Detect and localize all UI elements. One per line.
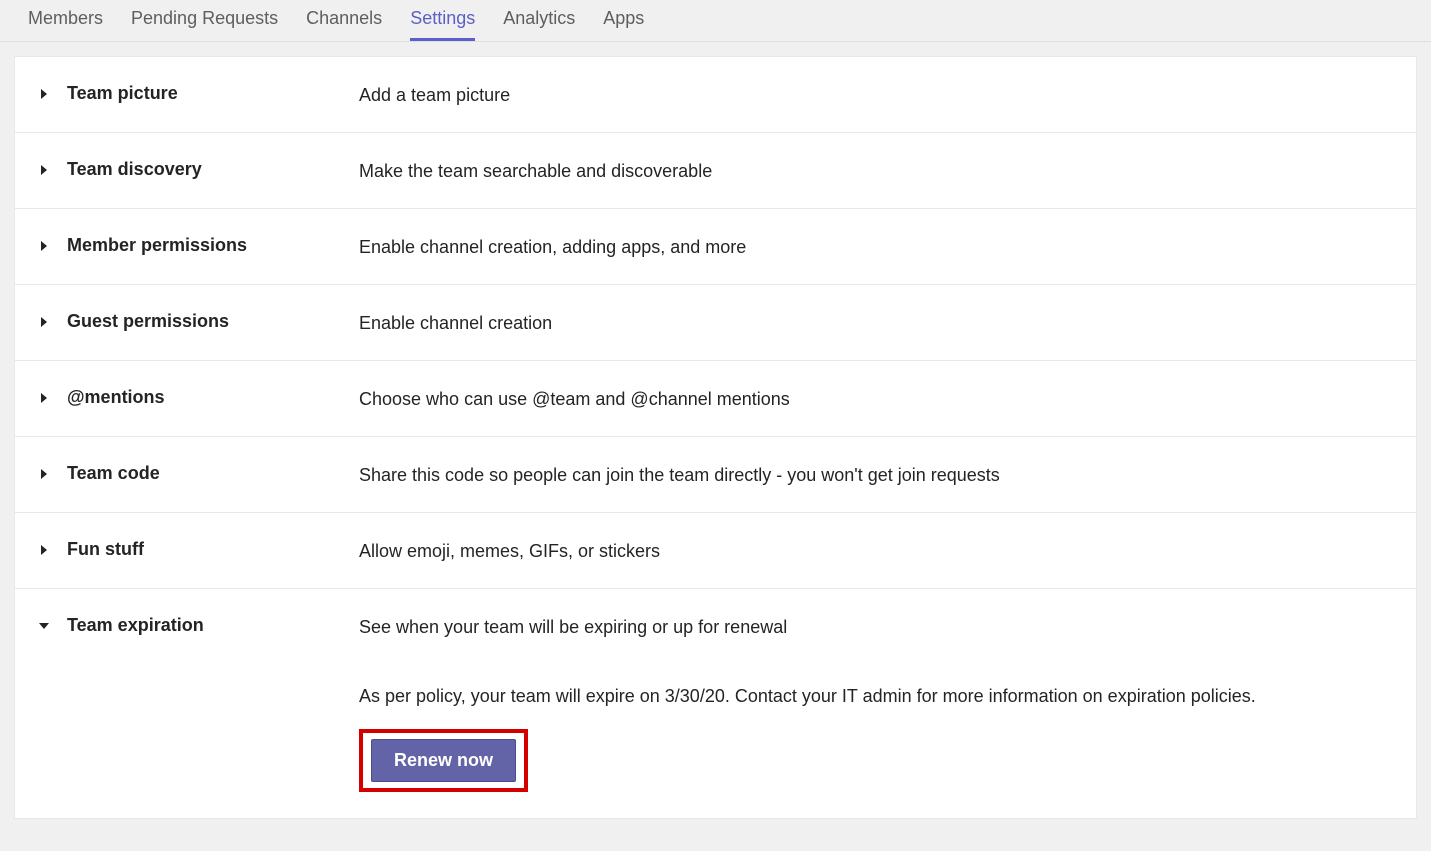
section-desc: Enable channel creation, adding apps, an… <box>359 235 1392 258</box>
tab-apps[interactable]: Apps <box>589 0 658 41</box>
chevron-right-icon <box>39 545 51 557</box>
section-title: Member permissions <box>67 235 247 256</box>
tab-pending-requests[interactable]: Pending Requests <box>117 0 292 41</box>
section-desc: Share this code so people can join the t… <box>359 463 1392 486</box>
section-desc: Add a team picture <box>359 83 1392 106</box>
chevron-right-icon <box>39 165 51 177</box>
chevron-down-icon <box>39 621 51 633</box>
section-title: Guest permissions <box>67 311 229 332</box>
section-member-permissions[interactable]: Member permissions Enable channel creati… <box>15 209 1416 285</box>
settings-panel: Team picture Add a team picture Team dis… <box>14 56 1417 819</box>
chevron-right-icon <box>39 89 51 101</box>
section-desc: Allow emoji, memes, GIFs, or stickers <box>359 539 1392 562</box>
section-fun-stuff[interactable]: Fun stuff Allow emoji, memes, GIFs, or s… <box>15 513 1416 589</box>
section-desc: See when your team will be expiring or u… <box>359 617 1392 638</box>
section-guest-permissions[interactable]: Guest permissions Enable channel creatio… <box>15 285 1416 361</box>
section-title: Team expiration <box>67 615 204 636</box>
section-team-picture[interactable]: Team picture Add a team picture <box>15 57 1416 133</box>
section-team-discovery[interactable]: Team discovery Make the team searchable … <box>15 133 1416 209</box>
section-title: Team code <box>67 463 160 484</box>
renew-now-button[interactable]: Renew now <box>371 739 516 782</box>
section-team-code[interactable]: Team code Share this code so people can … <box>15 437 1416 513</box>
highlight-annotation: Renew now <box>359 729 528 792</box>
section-desc: Choose who can use @team and @channel me… <box>359 387 1392 410</box>
chevron-right-icon <box>39 469 51 481</box>
tabs-bar: Members Pending Requests Channels Settin… <box>0 0 1431 42</box>
chevron-right-icon <box>39 241 51 253</box>
expiration-policy-text: As per policy, your team will expire on … <box>359 686 1392 707</box>
tab-analytics[interactable]: Analytics <box>489 0 589 41</box>
section-title: Team picture <box>67 83 178 104</box>
tab-channels[interactable]: Channels <box>292 0 396 41</box>
section-title: Team discovery <box>67 159 202 180</box>
chevron-right-icon <box>39 317 51 329</box>
section-title: @mentions <box>67 387 165 408</box>
section-mentions[interactable]: @mentions Choose who can use @team and @… <box>15 361 1416 437</box>
section-desc: Make the team searchable and discoverabl… <box>359 159 1392 182</box>
section-title: Fun stuff <box>67 539 144 560</box>
chevron-right-icon <box>39 393 51 405</box>
section-desc: Enable channel creation <box>359 311 1392 334</box>
tab-members[interactable]: Members <box>14 0 117 41</box>
tab-settings[interactable]: Settings <box>396 0 489 41</box>
section-team-expiration[interactable]: Team expiration See when your team will … <box>15 589 1416 818</box>
